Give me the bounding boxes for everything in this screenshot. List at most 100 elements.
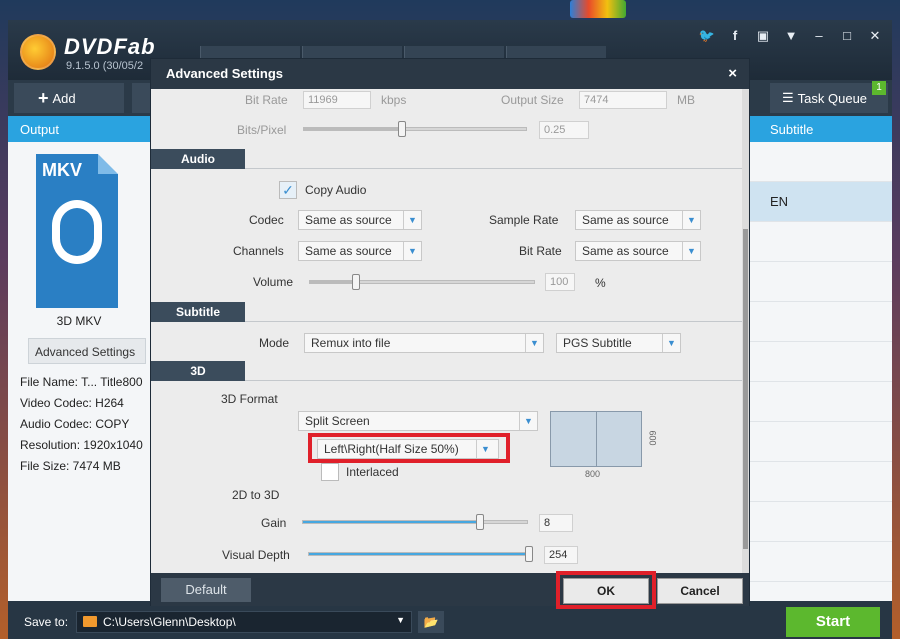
subtitle-panel: Subtitle EN: [750, 116, 892, 601]
add-label: Add: [52, 90, 76, 106]
maximize-icon[interactable]: □: [838, 28, 856, 44]
subtitle-header: Subtitle: [750, 116, 892, 142]
volume-input[interactable]: 100: [545, 273, 575, 291]
output-panel: Output MKV 3D MKV Advanced Settings File…: [8, 116, 150, 601]
audio-section-label: Audio: [151, 149, 245, 169]
preview-height-label: 600: [647, 430, 658, 446]
save-to-label: Save to:: [24, 615, 69, 629]
volume-slider[interactable]: [309, 280, 535, 284]
highlight-annotation: [556, 571, 656, 609]
volume-slider-thumb[interactable]: [352, 274, 360, 290]
window-controls: 🐦 f ▣ ▼ – □ ✕: [698, 28, 884, 44]
cancel-button[interactable]: Cancel: [657, 578, 743, 604]
task-queue-button[interactable]: ☰ Task Queue 1: [770, 81, 888, 113]
slider-fill: [309, 553, 527, 555]
default-button[interactable]: Default: [161, 578, 251, 602]
file-type-label: MKV: [42, 160, 82, 180]
slider-fill: [304, 128, 403, 130]
3d-format-select[interactable]: Split Screen ▼: [298, 411, 538, 431]
chevron-down-icon: ▼: [525, 334, 543, 352]
start-button[interactable]: Start: [786, 607, 880, 637]
chevron-down-icon: ▼: [682, 242, 700, 260]
table-row[interactable]: [750, 422, 892, 462]
audio-bit-rate-select[interactable]: Same as source ▼: [575, 241, 701, 261]
volume-unit: %: [595, 276, 606, 290]
subtitle-mode-value: Remux into file: [311, 336, 391, 350]
windows-logo-icon: [570, 0, 626, 18]
bits-pixel-slider[interactable]: [303, 127, 527, 131]
audio-codec: Audio Codec: COPY: [20, 417, 130, 431]
twitter-icon[interactable]: 🐦: [698, 28, 716, 44]
facebook-icon[interactable]: f: [726, 28, 744, 44]
channels-value: Same as source: [305, 244, 392, 258]
mode-label: Mode: [259, 336, 290, 350]
add-button[interactable]: + Add: [14, 83, 124, 113]
list-icon: ☰: [782, 90, 794, 105]
subtitle-format-select[interactable]: PGS Subtitle ▼: [556, 333, 681, 353]
codec-value: Same as source: [305, 213, 392, 227]
table-row[interactable]: [750, 262, 892, 302]
dialog-footer: Default OK Cancel: [151, 571, 749, 609]
file-size: File Size: 7474 MB: [20, 459, 121, 473]
sample-rate-value: Same as source: [582, 213, 669, 227]
plus-icon: +: [38, 87, 49, 108]
highlight-annotation: [308, 433, 510, 463]
mkv-file-icon: MKV: [36, 154, 118, 308]
dialog-scrollbar[interactable]: [742, 89, 749, 573]
subtitle-mode-select[interactable]: Remux into file ▼: [304, 333, 544, 353]
bits-pixel-input[interactable]: 0.25: [539, 121, 589, 139]
advanced-settings-dialog: Advanced Settings × Bit Rate 11969 kbps …: [150, 58, 750, 609]
minimize-icon[interactable]: –: [810, 28, 828, 44]
browse-folder-button[interactable]: 📂: [418, 611, 444, 633]
3d-layout-preview: [550, 411, 642, 467]
bitrate-unit: kbps: [381, 93, 407, 107]
gain-input[interactable]: 8: [539, 514, 573, 532]
folder-icon: [83, 616, 97, 627]
advanced-settings-button[interactable]: Advanced Settings: [28, 338, 146, 364]
table-row[interactable]: [750, 382, 892, 422]
visual-depth-slider-thumb[interactable]: [525, 546, 533, 562]
file-name: File Name: T... Title800: [20, 375, 143, 389]
output-size-input[interactable]: 7474: [579, 91, 667, 109]
scrollbar-thumb[interactable]: [743, 229, 748, 549]
dialog-title: Advanced Settings: [166, 66, 284, 81]
audio-bit-rate-value: Same as source: [582, 244, 669, 258]
app-name: DVDFab: [64, 34, 156, 59]
3d-disc-icon: [52, 200, 102, 264]
bitrate-input[interactable]: 11969: [303, 91, 371, 109]
dialog-close-icon[interactable]: ×: [728, 65, 737, 82]
codec-select[interactable]: Same as source ▼: [298, 210, 422, 230]
table-row[interactable]: [750, 502, 892, 542]
save-path-select[interactable]: C:\Users\Glenn\Desktop\ ▼: [76, 611, 412, 633]
slider-fill: [303, 521, 479, 523]
gain-slider-thumb[interactable]: [476, 514, 484, 530]
3d-format-label: 3D Format: [221, 392, 278, 406]
chevron-down-icon: ▼: [662, 334, 680, 352]
channels-select[interactable]: Same as source ▼: [298, 241, 422, 261]
visual-depth-slider[interactable]: [308, 552, 532, 556]
sample-rate-select[interactable]: Same as source ▼: [575, 210, 701, 230]
subtitle-section-label: Subtitle: [151, 302, 245, 322]
file-info: File Name: T... Title800 Video Codec: H2…: [20, 372, 143, 477]
menu-dropdown-icon[interactable]: ▼: [782, 28, 800, 44]
table-row[interactable]: [750, 302, 892, 342]
audio-bit-rate-label: Bit Rate: [519, 244, 562, 258]
table-row[interactable]: [750, 142, 892, 182]
interlaced-checkbox[interactable]: [321, 463, 339, 481]
visual-depth-input[interactable]: 254: [544, 546, 578, 564]
table-row[interactable]: [750, 542, 892, 582]
visual-depth-label: Visual Depth: [222, 548, 290, 562]
close-icon[interactable]: ✕: [866, 28, 884, 44]
youtube-icon[interactable]: ▣: [754, 28, 772, 44]
table-row[interactable]: [750, 222, 892, 262]
dialog-body: Bit Rate 11969 kbps Output Size 7474 MB …: [151, 89, 749, 573]
output-size-unit: MB: [677, 93, 695, 107]
bits-pixel-slider-thumb[interactable]: [398, 121, 406, 137]
gain-slider[interactable]: [302, 520, 528, 524]
table-row[interactable]: EN: [750, 182, 892, 222]
bitrate-label: Bit Rate: [245, 93, 288, 107]
slider-fill: [310, 281, 357, 283]
copy-audio-checkbox[interactable]: ✓: [279, 181, 297, 199]
table-row[interactable]: [750, 342, 892, 382]
table-row[interactable]: [750, 462, 892, 502]
